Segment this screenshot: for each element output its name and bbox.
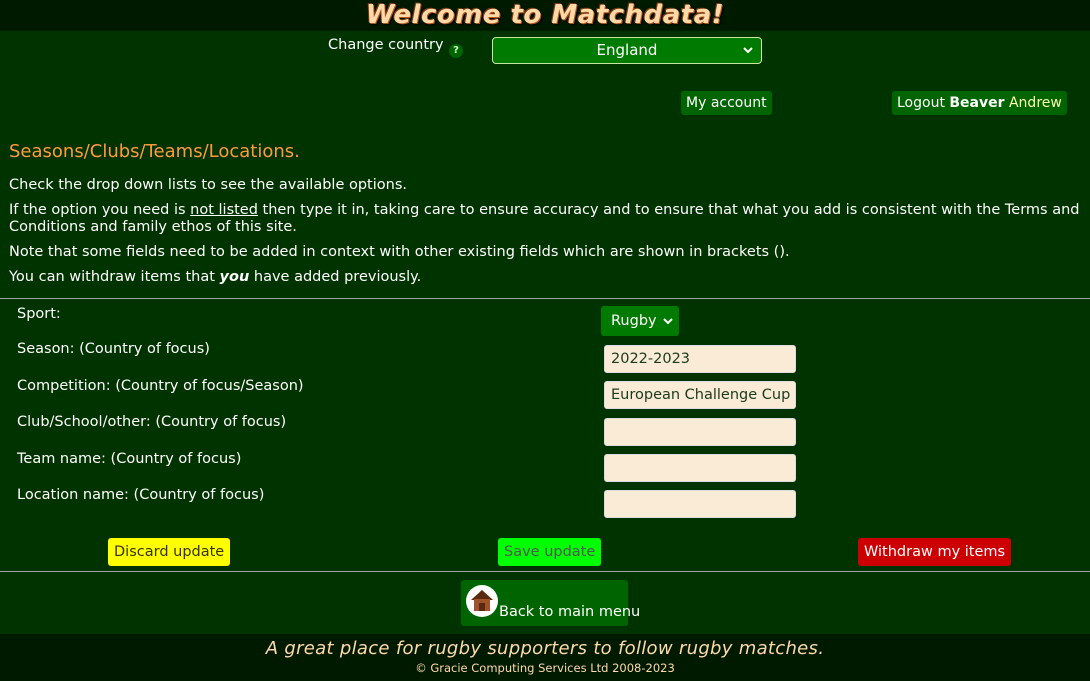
competition-input[interactable]: European Challenge Cup — [604, 381, 796, 409]
instruction-dropdowns: Check the drop down lists to see the ava… — [9, 177, 407, 193]
chevron-down-icon — [743, 38, 753, 72]
section-title: Seasons/Clubs/Teams/Locations. — [9, 141, 300, 162]
team-label: Team name: (Country of focus) — [17, 451, 242, 467]
p4-text-before: You can withdraw items that — [9, 269, 220, 285]
instruction-context: Note that some fields need to be added i… — [9, 244, 790, 260]
user-surname: Beaver — [949, 95, 1005, 111]
competition-label: Competition: (Country of focus/Season) — [17, 378, 304, 394]
home-icon — [466, 585, 498, 617]
instruction-not-listed: If the option you need is not listed the… — [9, 202, 1084, 236]
p2-text-before: If the option you need is — [9, 202, 191, 218]
season-input[interactable]: 2022-2023 — [604, 345, 796, 373]
user-first-name: Andrew — [1008, 95, 1062, 111]
help-glyph: ? — [453, 45, 459, 56]
location-input[interactable] — [604, 490, 796, 518]
sport-selected-value: Rugby — [611, 313, 657, 329]
location-label: Location name: (Country of focus) — [17, 487, 265, 503]
back-to-main-menu-button[interactable]: Back to main menu — [461, 580, 640, 626]
club-input[interactable] — [604, 418, 796, 446]
club-label: Club/School/other: (Country of focus) — [17, 414, 287, 430]
chevron-down-icon — [663, 306, 673, 348]
p4-text-after: have added previously. — [249, 269, 422, 285]
discard-update-button[interactable]: Discard update — [108, 538, 231, 566]
save-update-button[interactable]: Save update — [498, 538, 602, 566]
instruction-withdraw: You can withdraw items that you have add… — [9, 269, 1084, 286]
footer-copyright: © Gracie Computing Services Ltd 2008-202… — [415, 661, 675, 675]
header-bar: Welcome to Matchdata! — [0, 0, 1090, 31]
team-input[interactable] — [604, 454, 796, 482]
country-select[interactable]: England — [492, 37, 762, 64]
sport-label: Sport: — [17, 306, 61, 322]
country-selected-value: England — [596, 41, 658, 59]
season-label: Season: (Country of focus) — [17, 341, 210, 357]
p2-underlined: not listed — [190, 202, 258, 218]
withdraw-items-button[interactable]: Withdraw my items — [858, 538, 1012, 566]
change-country-label: Change country — [328, 37, 444, 53]
footer: A great place for rugby supporters to fo… — [0, 634, 1090, 681]
divider-bottom — [0, 571, 1090, 572]
sport-select[interactable]: Rugby — [601, 306, 679, 336]
logout-button[interactable]: Logout Beaver Andrew — [892, 91, 1067, 115]
site-title: Welcome to Matchdata! — [365, 0, 725, 30]
back-to-main-menu-label: Back to main menu — [499, 604, 641, 620]
footer-tagline: A great place for rugby supporters to fo… — [265, 638, 825, 659]
my-account-button[interactable]: My account — [681, 91, 772, 115]
p4-emphasis: you — [219, 269, 250, 285]
help-icon[interactable]: ? — [449, 44, 463, 58]
logout-label: Logout — [897, 95, 945, 111]
divider-top — [0, 298, 1090, 299]
